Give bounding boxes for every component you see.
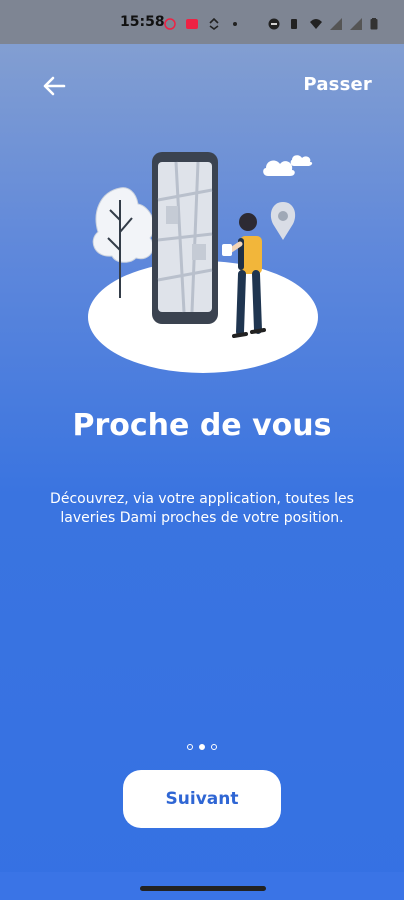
- phone-icon: [152, 152, 218, 324]
- battery-icon: [370, 18, 378, 30]
- dot-icon: [233, 22, 237, 26]
- next-button[interactable]: Suivant: [123, 770, 281, 828]
- home-indicator[interactable]: [140, 886, 266, 891]
- map-pin-icon: [270, 202, 296, 240]
- cast-icon: [186, 19, 198, 29]
- page-title: Proche de vous: [72, 408, 332, 443]
- pager-dot: [187, 744, 193, 750]
- sync-icon: [209, 18, 219, 30]
- back-button[interactable]: [38, 70, 70, 102]
- status-time: 15:58: [120, 14, 165, 30]
- pager-dot: [211, 744, 217, 750]
- vibrate-icon: [291, 19, 297, 29]
- arrow-left-icon: [43, 76, 66, 96]
- pager-dots: [0, 744, 404, 750]
- signal-icon: [330, 18, 342, 30]
- skip-button[interactable]: Passer: [303, 74, 372, 95]
- status-bar: 15:58: [0, 0, 404, 44]
- wifi-icon: [310, 19, 322, 29]
- notification-icon: [164, 18, 176, 30]
- cloud-icon: [263, 155, 313, 176]
- location-illustration: [88, 152, 318, 373]
- page-description: Découvrez, via votre application, toutes…: [50, 491, 354, 526]
- dnd-icon: [268, 18, 280, 30]
- pager-dot: [199, 744, 205, 750]
- signal-icon-2: [350, 18, 362, 30]
